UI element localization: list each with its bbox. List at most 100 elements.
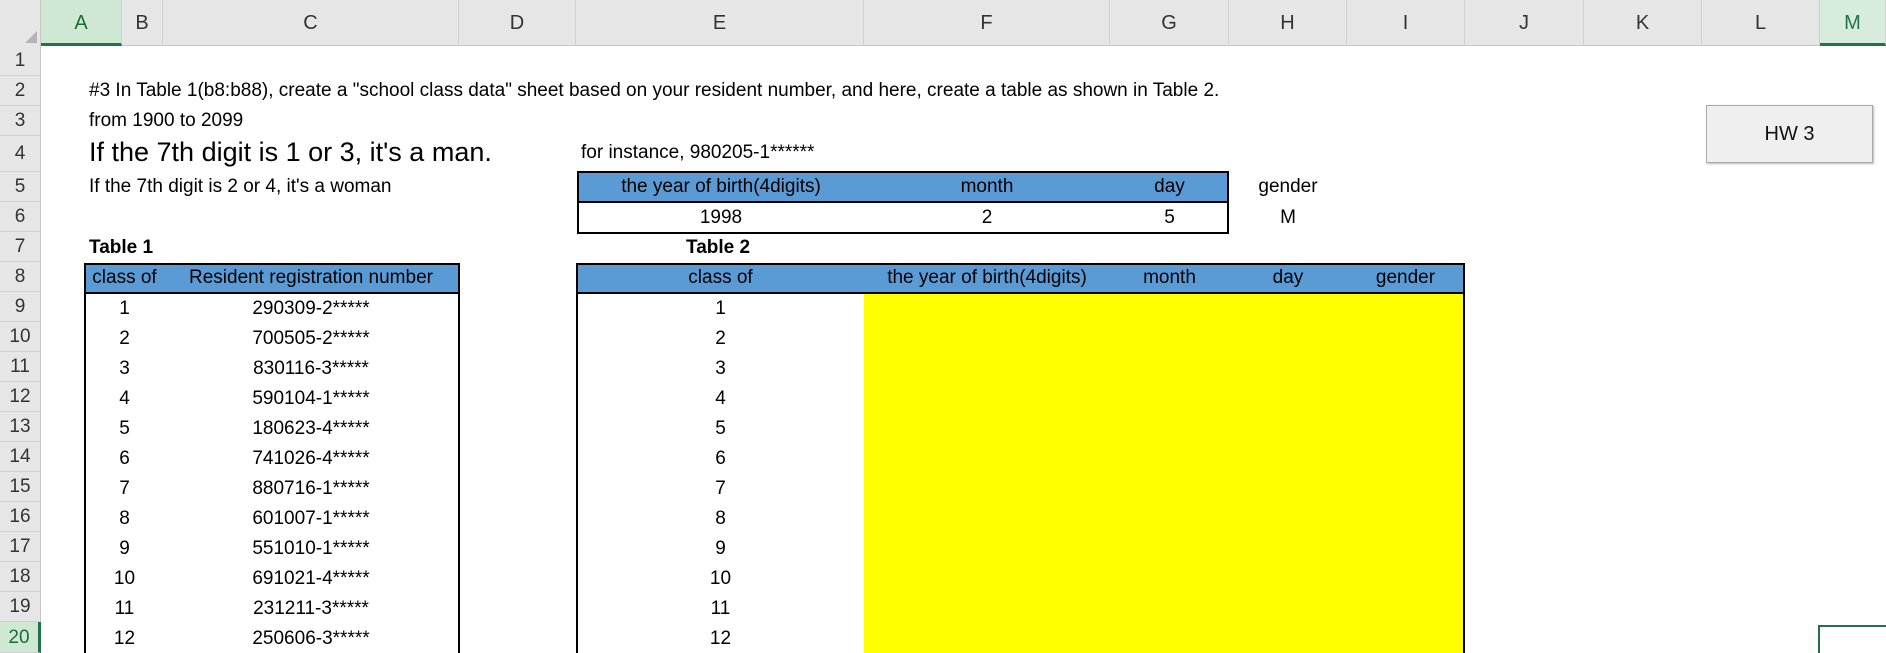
column-header-k[interactable]: K	[1584, 0, 1702, 46]
female-rule-text: If the 7th digit is 2 or 4, it's a woman	[89, 176, 392, 197]
table1-rrn-cell[interactable]: 700505-2*****	[163, 328, 459, 350]
table2-header-divider	[576, 292, 1465, 294]
table2-header-class: class of	[688, 267, 753, 288]
row-header-10[interactable]: 10	[0, 322, 41, 352]
example-text: for instance, 980205-1******	[581, 142, 815, 163]
column-header-m[interactable]: M	[1820, 0, 1886, 46]
row-header-15[interactable]: 15	[0, 472, 41, 502]
column-header-f[interactable]: F	[864, 0, 1110, 46]
column-header-g[interactable]: G	[1110, 0, 1229, 46]
column-header-l[interactable]: L	[1702, 0, 1820, 46]
select-all-corner[interactable]	[0, 0, 41, 46]
example-header-day: day	[1154, 176, 1185, 197]
table2-class-cell[interactable]: 2	[577, 328, 864, 350]
row-header-9[interactable]: 9	[0, 292, 41, 322]
active-cell-selection[interactable]	[1818, 625, 1886, 653]
row-header-17[interactable]: 17	[0, 532, 41, 562]
table1-rrn-cell[interactable]: 691021-4*****	[163, 568, 459, 590]
table1-rrn-cell[interactable]: 830116-3*****	[163, 358, 459, 380]
male-rule-text: If the 7th digit is 1 or 3, it's a man.	[89, 137, 492, 167]
table1-class-cell[interactable]: 5	[86, 418, 163, 440]
row-header-1[interactable]: 1	[0, 46, 41, 76]
table1-rrn-cell[interactable]: 880716-1*****	[163, 478, 459, 500]
row-header-14[interactable]: 14	[0, 442, 41, 472]
spreadsheet-grid[interactable]: A B C D E F G H I J K L M 1 2 3 4 5 6 7 …	[0, 0, 1886, 653]
column-header-j[interactable]: J	[1465, 0, 1584, 46]
table2-class-cell[interactable]: 6	[577, 448, 864, 470]
table2-class-cell[interactable]: 8	[577, 508, 864, 530]
table1-rrn-cell[interactable]: 231211-3*****	[163, 598, 459, 620]
table2-header-year: the year of birth(4digits)	[887, 267, 1087, 288]
table1-class-cell[interactable]: 8	[86, 508, 163, 530]
table2-class-cell[interactable]: 7	[577, 478, 864, 500]
row-header-8[interactable]: 8	[0, 262, 41, 292]
table1-class-cell[interactable]: 4	[86, 388, 163, 410]
example-gender-value[interactable]: M	[1229, 207, 1347, 229]
table2-class-cell[interactable]: 5	[577, 418, 864, 440]
example-value-day[interactable]: 5	[1110, 207, 1229, 229]
row-header-11[interactable]: 11	[0, 352, 41, 382]
row-header-19[interactable]: 19	[0, 592, 41, 622]
table2-class-cell[interactable]: 10	[577, 568, 864, 590]
table1-rrn-cell[interactable]: 741026-4*****	[163, 448, 459, 470]
table2-right-border	[1463, 263, 1465, 653]
row-header-16[interactable]: 16	[0, 502, 41, 532]
row-header-6[interactable]: 6	[0, 202, 41, 232]
table2-class-cell[interactable]: 1	[577, 298, 864, 320]
table1-class-cell[interactable]: 3	[86, 358, 163, 380]
table1-header-rrn: Resident registration number	[189, 267, 433, 288]
example-header-year: the year of birth(4digits)	[621, 176, 821, 197]
table1-title: Table 1	[89, 237, 154, 258]
row-header-18[interactable]: 18	[0, 562, 41, 592]
table1-class-cell[interactable]: 10	[86, 568, 163, 590]
table2-class-cell[interactable]: 4	[577, 388, 864, 410]
table2-class-cell[interactable]: 12	[577, 628, 864, 650]
example-value-month[interactable]: 2	[864, 207, 1110, 229]
row-header-12[interactable]: 12	[0, 382, 41, 412]
table1-class-cell[interactable]: 7	[86, 478, 163, 500]
column-header-c[interactable]: C	[163, 0, 459, 46]
row-header-3[interactable]: 3	[0, 106, 41, 136]
table1-class-cell[interactable]: 2	[86, 328, 163, 350]
table1-rrn-cell[interactable]: 290309-2*****	[163, 298, 459, 320]
table2-header-gender: gender	[1375, 267, 1436, 288]
year-range-text: from 1900 to 2099	[89, 110, 244, 131]
table1-class-cell[interactable]: 9	[86, 538, 163, 560]
table1-class-cell[interactable]: 11	[86, 598, 163, 620]
row-header-20[interactable]: 20	[0, 622, 41, 653]
row-header-7[interactable]: 7	[0, 232, 41, 262]
column-header-e[interactable]: E	[576, 0, 864, 46]
table2-top-border	[576, 263, 1465, 265]
example-value-year[interactable]: 1998	[577, 207, 865, 229]
column-header-h[interactable]: H	[1229, 0, 1347, 46]
table1-class-cell[interactable]: 6	[86, 448, 163, 470]
example-gender-label: gender	[1258, 176, 1318, 197]
table1-top-border	[84, 263, 460, 265]
table1-header-class: class of	[92, 267, 157, 288]
table2-title: Table 2	[686, 237, 751, 258]
table1-class-cell[interactable]: 12	[86, 628, 163, 650]
row-header-13[interactable]: 13	[0, 412, 41, 442]
table1-rrn-cell[interactable]: 180623-4*****	[163, 418, 459, 440]
table2-class-cell[interactable]: 3	[577, 358, 864, 380]
column-header-d[interactable]: D	[459, 0, 576, 46]
table2-class-cell[interactable]: 11	[577, 598, 864, 620]
table1-class-cell[interactable]: 1	[86, 298, 163, 320]
row-header-4[interactable]: 4	[0, 136, 41, 172]
example-header-month: month	[960, 176, 1014, 197]
table1-rrn-cell[interactable]: 590104-1*****	[163, 388, 459, 410]
instruction-text: #3 In Table 1(b8:b88), create a "school …	[89, 80, 1220, 101]
table1-rrn-cell[interactable]: 551010-1*****	[163, 538, 459, 560]
table2-class-cell[interactable]: 9	[577, 538, 864, 560]
table2-fill-area[interactable]	[864, 293, 1464, 653]
column-header-i[interactable]: I	[1347, 0, 1465, 46]
row-header-5[interactable]: 5	[0, 172, 41, 202]
column-header-a[interactable]: A	[41, 0, 122, 46]
row-header-2[interactable]: 2	[0, 76, 41, 106]
table1-header-divider	[84, 292, 460, 294]
table1-rrn-cell[interactable]: 601007-1*****	[163, 508, 459, 530]
table2-header-day: day	[1272, 267, 1304, 288]
hw3-button[interactable]: HW 3	[1706, 105, 1873, 163]
column-header-b[interactable]: B	[122, 0, 163, 46]
table1-rrn-cell[interactable]: 250606-3*****	[163, 628, 459, 650]
